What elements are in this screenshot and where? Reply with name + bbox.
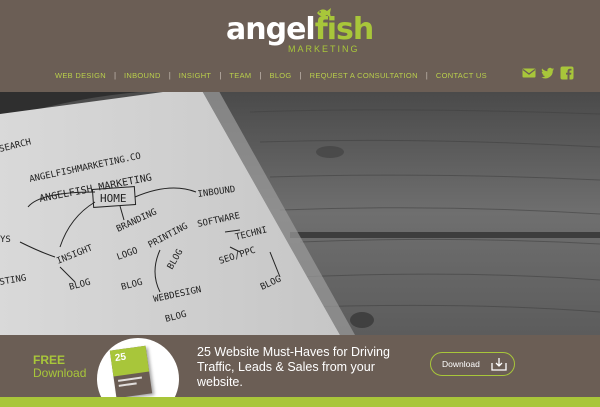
ebook-cover: 25 (109, 345, 153, 399)
sketch-ys: YS (0, 235, 11, 245)
facebook-icon[interactable] (560, 66, 574, 80)
download-button-label: Download (442, 359, 480, 369)
wood-knot (316, 146, 344, 158)
plank-seam (290, 232, 600, 238)
logo-tagline: MARKETING (288, 44, 360, 54)
free-label: FREE (33, 353, 66, 367)
envelope-icon[interactable] (522, 66, 536, 80)
nav-separator: | (425, 70, 428, 80)
ebook-cover-line (118, 382, 137, 387)
ebook-cover-line (117, 376, 143, 382)
ebook-cover-top: 25 (109, 345, 150, 377)
nav-separator: | (299, 70, 302, 80)
social-links (522, 66, 574, 80)
brand-logo[interactable]: angelfish MARKETING (226, 6, 374, 56)
wood-knot (350, 312, 374, 328)
hero-photo: SEARCH ANGELFISHMARKETING.CO ANGELFISH M… (0, 92, 600, 335)
download-icon (491, 358, 507, 371)
nav-insight[interactable]: INSIGHT (179, 71, 212, 80)
promo-banner: FREE Download 25 25 Website Must-Haves f… (0, 335, 600, 407)
nav-separator: | (259, 70, 262, 80)
download-label: Download (33, 366, 87, 380)
fish-icon (317, 8, 331, 18)
logo-text-angel: angel (226, 12, 316, 47)
nav-separator: | (113, 70, 117, 80)
nav-blog[interactable]: BLOG (270, 71, 292, 80)
nav-web-design[interactable]: WEB DESIGN (55, 71, 106, 80)
nav-separator: | (168, 70, 171, 80)
promo-text: 25 Website Must-Haves for Driving Traffi… (197, 345, 390, 389)
nav-team[interactable]: TEAM (229, 71, 251, 80)
site-header: angelfish MARKETING WEB DESIGN | INBOUND… (0, 0, 600, 92)
nav-inbound[interactable]: INBOUND (124, 71, 161, 80)
sketch-home: HOME (100, 192, 127, 205)
ebook-number: 25 (114, 351, 127, 365)
hero-image: SEARCH ANGELFISHMARKETING.CO ANGELFISH M… (0, 92, 600, 335)
nav-separator: | (219, 70, 222, 80)
nav-request-consultation[interactable]: REQUEST A CONSULTATION (310, 71, 418, 80)
twitter-icon[interactable] (541, 66, 555, 80)
logo-wordmark: angelfish (226, 12, 374, 47)
footer-accent-bar (0, 397, 600, 407)
main-nav: WEB DESIGN | INBOUND | INSIGHT | TEAM | … (55, 69, 487, 81)
download-button[interactable]: Download (430, 352, 515, 376)
nav-contact-us[interactable]: CONTACT US (436, 71, 487, 80)
